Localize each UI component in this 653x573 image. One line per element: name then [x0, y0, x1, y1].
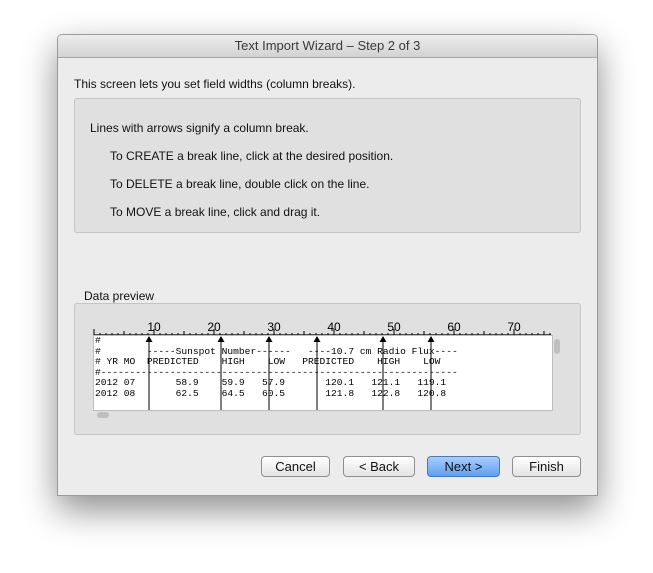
column-break-arrow	[427, 336, 435, 342]
wizard-window: Text Import Wizard – Step 2 of 3 This sc…	[57, 34, 598, 496]
horizontal-scroll-thumb[interactable]	[97, 412, 109, 418]
column-break-arrow	[265, 336, 273, 342]
instruction-line-2: To CREATE a break line, click at the des…	[110, 149, 394, 163]
ruler-label: 50	[387, 320, 401, 334]
ruler-label: 70	[507, 320, 521, 334]
column-break-arrow	[145, 336, 153, 342]
ruler-label: 30	[267, 320, 281, 334]
instruction-line-3: To DELETE a break line, double click on …	[110, 177, 370, 191]
instruction-line-4: To MOVE a break line, click and drag it.	[110, 205, 321, 219]
back-button[interactable]: < Back	[343, 456, 415, 477]
window-title: Text Import Wizard – Step 2 of 3	[58, 35, 597, 58]
column-break-arrow	[217, 336, 225, 342]
horizontal-scrollbar[interactable]	[93, 410, 551, 420]
next-button[interactable]: Next >	[427, 456, 500, 477]
ruler-label: 10	[147, 320, 161, 334]
vertical-scrollbar[interactable]	[553, 335, 562, 409]
ruler-label: 20	[207, 320, 221, 334]
column-ruler[interactable]: 10 20 30 40 50 60 70	[93, 315, 553, 337]
data-preview-label: Data preview	[84, 289, 155, 303]
instructions-panel: Lines with arrows signify a column break…	[74, 98, 581, 233]
finish-button[interactable]: Finish	[512, 456, 581, 477]
data-preview-panel: 10 20 30 40 50 60 70 # # -----Sunspot Number--…	[74, 303, 581, 435]
intro-text: This screen lets you set field widths (c…	[74, 77, 356, 91]
column-break-arrow	[313, 336, 321, 342]
column-break-lines[interactable]	[94, 336, 552, 410]
column-break-arrow	[379, 336, 387, 342]
ruler-label: 40	[327, 320, 341, 334]
ruler-label: 60	[447, 320, 461, 334]
data-preview-area[interactable]: # # -----Sunspot Number------ ----10.7 c…	[93, 335, 553, 411]
vertical-scroll-thumb[interactable]	[554, 339, 560, 354]
cancel-button[interactable]: Cancel	[261, 456, 330, 477]
instruction-line-1: Lines with arrows signify a column break…	[90, 121, 309, 135]
